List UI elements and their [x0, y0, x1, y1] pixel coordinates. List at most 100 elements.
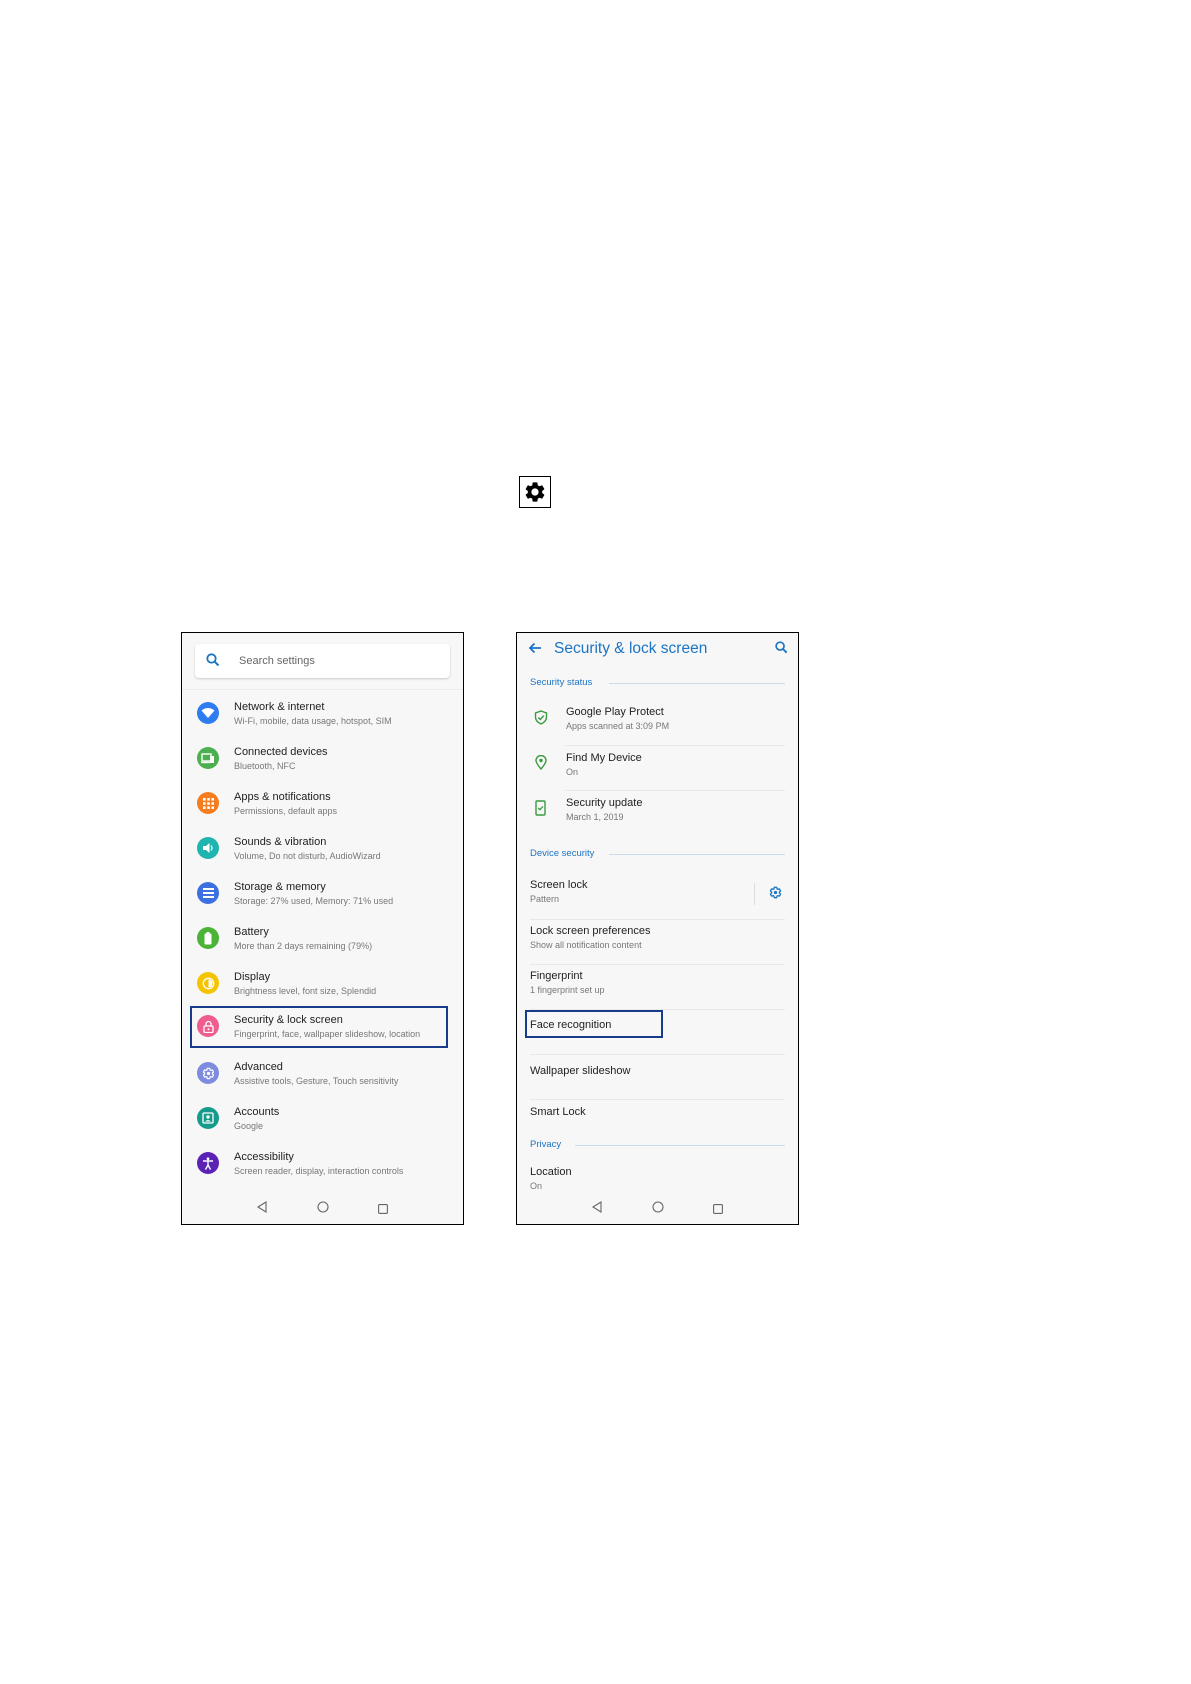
status-item-play-protect[interactable]: Google Play Protect Apps scanned at 3:09… — [530, 703, 785, 743]
shield-check-icon — [534, 710, 548, 730]
divider — [530, 964, 785, 965]
item-subtitle: March 1, 2019 — [566, 812, 624, 822]
app-bar: Security & lock screen — [517, 633, 798, 667]
device-item-face-recognition[interactable]: Face recognition — [530, 1011, 785, 1037]
item-title: Wallpaper slideshow — [530, 1065, 631, 1077]
item-title: Apps & notifications — [234, 791, 331, 803]
settings-item-network[interactable]: Network & internet Wi-Fi, mobile, data u… — [182, 692, 463, 737]
phone-update-icon — [535, 800, 546, 821]
accessibility-icon — [197, 1152, 219, 1174]
section-header-privacy: Privacy — [530, 1139, 562, 1150]
settings-screen: Network & internet Wi-Fi, mobile, data u… — [181, 632, 464, 1225]
item-title: Connected devices — [234, 746, 328, 758]
status-item-find-my-device[interactable]: Find My Device On — [530, 748, 785, 788]
item-title: Fingerprint — [530, 970, 583, 982]
item-title: Display — [234, 971, 271, 983]
navigation-bar — [517, 1190, 798, 1224]
item-subtitle: Brightness level, font size, Splendid — [234, 986, 377, 996]
item-subtitle: Screen reader, display, interaction cont… — [234, 1166, 404, 1176]
settings-item-sounds[interactable]: Sounds & vibration Volume, Do not distur… — [182, 827, 463, 872]
settings-item-storage[interactable]: Storage & memory Storage: 27% used, Memo… — [182, 872, 463, 917]
search-input[interactable] — [239, 644, 439, 678]
security-screen: Security & lock screen Security status G… — [516, 632, 799, 1225]
search-icon[interactable] — [205, 652, 221, 673]
nav-recents-icon[interactable] — [378, 1201, 388, 1219]
section-divider — [609, 854, 785, 855]
storage-icon — [197, 882, 219, 904]
section-divider — [609, 683, 785, 684]
item-subtitle: Bluetooth, NFC — [234, 761, 296, 771]
item-title: Battery — [234, 926, 269, 938]
brightness-icon — [197, 972, 219, 994]
search-icon[interactable] — [774, 640, 789, 660]
item-title: Security & lock screen — [234, 1014, 343, 1026]
item-title: Location — [530, 1166, 572, 1178]
section-divider — [575, 1145, 785, 1146]
item-title: Accessibility — [234, 1151, 294, 1163]
device-item-smart-lock[interactable]: Smart Lock — [530, 1101, 785, 1133]
nav-back-icon[interactable] — [591, 1200, 603, 1218]
item-title: Accounts — [234, 1106, 280, 1118]
item-title: Sounds & vibration — [234, 836, 327, 848]
item-subtitle: Assistive tools, Gesture, Touch sensitiv… — [234, 1076, 399, 1086]
wifi-icon — [197, 702, 219, 724]
item-title: Find My Device — [566, 752, 642, 764]
item-subtitle: Google — [234, 1121, 264, 1131]
navigation-bar — [182, 1190, 463, 1224]
settings-gear-icon — [197, 1062, 219, 1084]
settings-item-accounts[interactable]: Accounts Google — [182, 1097, 463, 1142]
divider — [182, 689, 463, 690]
item-subtitle: Permissions, default apps — [234, 806, 338, 816]
page-title: Security & lock screen — [554, 640, 708, 657]
item-title: Face recognition — [530, 1019, 612, 1031]
section-header-device-security: Device security — [530, 848, 595, 859]
back-arrow-icon[interactable] — [527, 641, 543, 660]
nav-home-icon[interactable] — [652, 1200, 664, 1218]
settings-gear-icon — [519, 476, 551, 508]
screen-lock-settings-icon[interactable] — [769, 886, 782, 904]
divider — [530, 1099, 785, 1100]
volume-icon — [197, 837, 219, 859]
item-title: Google Play Protect — [566, 706, 664, 718]
divider — [530, 1054, 785, 1055]
account-icon — [197, 1107, 219, 1129]
nav-recents-icon[interactable] — [713, 1201, 723, 1219]
settings-item-security[interactable]: Security & lock screen Fingerprint, face… — [190, 1006, 448, 1048]
item-subtitle: Fingerprint, face, wallpaper slideshow, … — [234, 1029, 421, 1039]
divider — [530, 919, 785, 920]
device-item-fingerprint[interactable]: Fingerprint 1 fingerprint set up — [530, 966, 785, 1006]
lock-icon — [197, 1015, 219, 1037]
item-title: Advanced — [234, 1061, 283, 1073]
settings-item-connected-devices[interactable]: Connected devices Bluetooth, NFC — [182, 737, 463, 782]
item-title: Storage & memory — [234, 881, 326, 893]
item-subtitle: Storage: 27% used, Memory: 71% used — [234, 896, 394, 906]
item-subtitle: More than 2 days remaining (79%) — [234, 941, 373, 951]
settings-item-accessibility[interactable]: Accessibility Screen reader, display, in… — [182, 1142, 463, 1187]
divider — [565, 790, 785, 791]
nav-back-icon[interactable] — [256, 1200, 268, 1218]
privacy-item-location[interactable]: Location On — [530, 1163, 785, 1193]
settings-item-display[interactable]: Display Brightness level, font size, Spl… — [182, 962, 463, 1007]
settings-item-advanced[interactable]: Advanced Assistive tools, Gesture, Touch… — [182, 1052, 463, 1097]
item-subtitle: Pattern — [530, 894, 560, 904]
settings-item-battery[interactable]: Battery More than 2 days remaining (79%) — [182, 917, 463, 962]
location-pin-icon — [535, 754, 547, 775]
divider — [565, 745, 785, 746]
item-subtitle: Volume, Do not disturb, AudioWizard — [234, 851, 381, 861]
settings-item-apps[interactable]: Apps & notifications Permissions, defaul… — [182, 782, 463, 827]
nav-home-icon[interactable] — [317, 1200, 329, 1218]
item-subtitle: Show all notification content — [530, 940, 642, 950]
battery-icon — [197, 927, 219, 949]
item-subtitle: Wi-Fi, mobile, data usage, hotspot, SIM — [234, 716, 392, 726]
section-header-security-status: Security status — [530, 677, 593, 688]
device-item-screen-lock[interactable]: Screen lock Pattern — [530, 875, 785, 915]
device-item-lock-screen-preferences[interactable]: Lock screen preferences Show all notific… — [530, 921, 785, 961]
item-title: Security update — [566, 797, 643, 809]
device-item-wallpaper-slideshow[interactable]: Wallpaper slideshow — [530, 1056, 785, 1096]
status-item-security-update[interactable]: Security update March 1, 2019 — [530, 793, 785, 833]
item-title: Network & internet — [234, 701, 325, 713]
item-subtitle: On — [566, 767, 579, 777]
item-title: Screen lock — [530, 879, 588, 891]
search-bar[interactable] — [195, 644, 450, 678]
divider — [754, 883, 755, 905]
